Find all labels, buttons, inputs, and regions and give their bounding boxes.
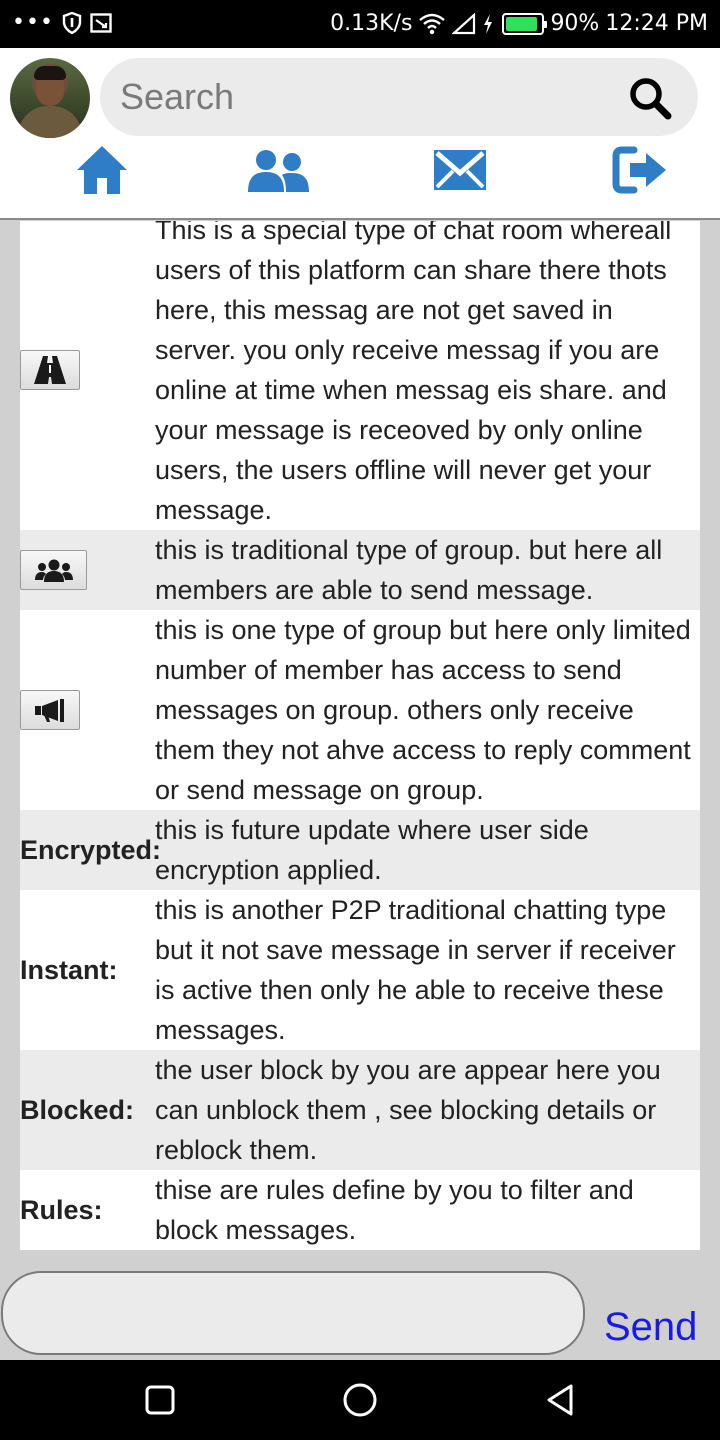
- row-description: this is traditional type of group. but h…: [155, 535, 663, 605]
- nav-logout[interactable]: [608, 140, 672, 200]
- square-icon: [145, 1385, 175, 1415]
- envelope-icon: [434, 150, 486, 190]
- row-description: this is another P2P traditional chatting…: [155, 895, 676, 1045]
- road-icon: [20, 350, 80, 390]
- row-description: thise are rules define by you to filter …: [155, 1175, 634, 1245]
- wifi-icon: [419, 13, 446, 35]
- cast-icon: [90, 12, 112, 33]
- table-row[interactable]: Blocked: the user block by you are appea…: [20, 1050, 700, 1170]
- row-description: This is a special type of chat room wher…: [155, 221, 672, 525]
- circle-icon: [343, 1383, 377, 1417]
- bullhorn-icon: [20, 690, 80, 730]
- search-bar: [100, 58, 698, 136]
- chat-types-table: This is a special type of chat room wher…: [20, 221, 700, 1251]
- battery-percent: 90%: [550, 11, 600, 36]
- table-row[interactable]: Rules: thise are rules define by you to …: [20, 1170, 700, 1250]
- search-icon[interactable]: [628, 76, 672, 120]
- nav-home[interactable]: [70, 140, 134, 200]
- status-bar: ••• 0.13K/s 90% 12:24 PM: [0, 0, 720, 48]
- row-description: the user block by you are appear here yo…: [155, 1055, 661, 1165]
- network-speed: 0.13K/s: [330, 11, 413, 36]
- row-label: Instant:: [20, 954, 118, 985]
- avatar[interactable]: [10, 58, 90, 138]
- table-row[interactable]: Encrypted: this is future update where u…: [20, 810, 700, 890]
- row-description: this is one type of group but here only …: [155, 615, 691, 805]
- main-nav: [0, 140, 720, 200]
- app-screen: ••• 0.13K/s 90% 12:24 PM Search This is …: [0, 0, 720, 1440]
- home-button[interactable]: [340, 1380, 380, 1420]
- message-input[interactable]: [1, 1271, 585, 1355]
- table-row[interactable]: This is a special type of chat room wher…: [20, 221, 700, 530]
- search-input[interactable]: [120, 74, 620, 120]
- chat-types-list: This is a special type of chat room wher…: [20, 221, 700, 1250]
- recents-button[interactable]: [140, 1380, 180, 1420]
- row-description: this is future update where user side en…: [155, 815, 589, 885]
- logout-icon: [612, 146, 666, 194]
- nav-users[interactable]: [246, 140, 310, 200]
- app-header: [0, 48, 720, 220]
- group-icon: [20, 550, 87, 590]
- system-nav-bar: [0, 1360, 720, 1440]
- send-button[interactable]: Send: [604, 1305, 697, 1350]
- back-triangle-icon: [547, 1384, 573, 1416]
- clock: 12:24 PM: [605, 11, 708, 36]
- shield-icon: [62, 11, 82, 34]
- charging-icon: [484, 14, 493, 34]
- battery-icon: [502, 13, 548, 35]
- table-row[interactable]: this is one type of group but here only …: [20, 610, 700, 810]
- nav-messages[interactable]: [428, 140, 492, 200]
- users-icon: [248, 150, 309, 192]
- table-row[interactable]: Instant: this is another P2P traditional…: [20, 890, 700, 1050]
- battery-fill: [506, 17, 537, 31]
- row-label: Blocked:: [20, 1094, 135, 1125]
- message-composer: Send: [0, 1251, 720, 1360]
- table-row[interactable]: this is traditional type of group. but h…: [20, 530, 700, 610]
- signal-icon: [452, 13, 476, 35]
- home-icon: [77, 146, 127, 194]
- more-icon: •••: [12, 10, 54, 35]
- back-button[interactable]: [540, 1380, 580, 1420]
- row-label: Encrypted:: [20, 834, 162, 865]
- row-label: Rules:: [20, 1194, 103, 1225]
